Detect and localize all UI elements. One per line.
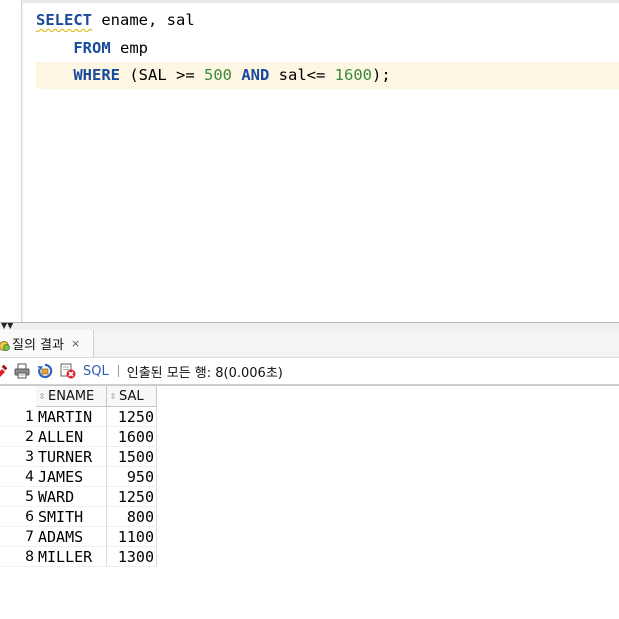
cell-sal[interactable]: 1500 xyxy=(107,447,157,467)
cell-ename[interactable]: MILLER xyxy=(36,547,107,567)
code-text: (SAL >= xyxy=(120,66,204,84)
close-icon[interactable]: × xyxy=(71,337,80,350)
refresh-icon[interactable] xyxy=(36,362,54,380)
cell-sal[interactable]: 800 xyxy=(107,507,157,527)
results-tab-strip: 질의 결과 × xyxy=(0,330,619,358)
sort-icon: ⇳ xyxy=(38,392,46,401)
table-row[interactable]: 6 SMITH 800 xyxy=(0,507,160,527)
cell-ename[interactable]: TURNER xyxy=(36,447,107,467)
code-line-3-current[interactable]: WHERE (SAL >= 500 AND sal<= 1600); xyxy=(36,62,619,89)
column-header-label: SAL xyxy=(119,389,144,404)
number-literal: 500 xyxy=(204,66,232,84)
sql-developer-window: SELECT ename, sal FROM emp WHERE (SAL >=… xyxy=(0,0,619,619)
table-row[interactable]: 8 MILLER 1300 xyxy=(0,547,160,567)
pin-icon[interactable] xyxy=(0,362,8,380)
code-line-2[interactable]: FROM emp xyxy=(36,35,148,61)
keyword-from: FROM xyxy=(73,39,111,57)
code-text: ); xyxy=(372,66,391,84)
row-number: 2 xyxy=(25,429,34,445)
cell-ename[interactable]: JAMES xyxy=(36,467,107,487)
code-text: sal<= xyxy=(269,66,335,84)
cell-ename[interactable]: MARTIN xyxy=(36,407,107,427)
table-row[interactable]: 4 JAMES 950 xyxy=(0,467,160,487)
row-number: 5 xyxy=(25,489,34,505)
query-result-tab-icon xyxy=(0,337,11,351)
row-number: 4 xyxy=(25,469,34,485)
keyword-where: WHERE xyxy=(73,66,120,84)
cell-sal[interactable]: 1250 xyxy=(107,487,157,507)
row-number: 7 xyxy=(25,529,34,545)
column-header-ename[interactable]: ⇳ ENAME xyxy=(36,386,107,407)
table-row[interactable]: 5 WARD 1250 xyxy=(0,487,160,507)
row-number: 3 xyxy=(25,449,34,465)
print-icon[interactable] xyxy=(13,362,31,380)
gutter-divider xyxy=(22,0,23,325)
toolbar-separator xyxy=(117,365,119,377)
row-divider xyxy=(36,566,157,567)
grid-header: ⇳ ENAME ⇳ SAL xyxy=(0,385,619,408)
cell-sal[interactable]: 1250 xyxy=(107,407,157,427)
cell-sal[interactable]: 1600 xyxy=(107,427,157,447)
cell-sal[interactable]: 1300 xyxy=(107,547,157,567)
column-header-sal[interactable]: ⇳ SAL xyxy=(107,386,157,407)
row-number: 1 xyxy=(25,409,34,425)
splitter-arrows-icon[interactable]: ▼▼ xyxy=(1,322,13,330)
cell-ename[interactable]: WARD xyxy=(36,487,107,507)
keyword-and: AND xyxy=(241,66,270,84)
keyword-select: SELECT xyxy=(36,11,92,29)
cell-ename[interactable]: SMITH xyxy=(36,507,107,527)
row-divider xyxy=(0,566,36,567)
code-text: ename, sal xyxy=(92,11,195,29)
fetch-status-text: 인출된 모든 행: 8(0.006초) xyxy=(126,365,283,381)
table-row[interactable]: 3 TURNER 1500 xyxy=(0,447,160,467)
sort-icon: ⇳ xyxy=(109,392,117,401)
cell-sal[interactable]: 950 xyxy=(107,467,157,487)
clear-results-icon[interactable] xyxy=(59,362,77,380)
table-row[interactable]: 1 MARTIN 1250 xyxy=(0,407,160,427)
column-header-label: ENAME xyxy=(48,389,95,404)
editor-top-border xyxy=(0,0,619,3)
cell-ename[interactable]: ADAMS xyxy=(36,527,107,547)
row-number: 6 xyxy=(25,509,34,525)
row-number: 8 xyxy=(25,549,34,565)
code-line-1[interactable]: SELECT ename, sal xyxy=(36,7,195,33)
cell-ename[interactable]: ALLEN xyxy=(36,427,107,447)
editor-gutter[interactable] xyxy=(0,0,22,325)
table-row[interactable]: 7 ADAMS 1100 xyxy=(0,527,160,547)
table-row[interactable]: 2 ALLEN 1600 xyxy=(0,427,160,447)
grid-rows: 1 MARTIN 1250 2 ALLEN 1600 3 TURNER 1500 xyxy=(0,407,160,567)
sql-worksheet-editor[interactable]: SELECT ename, sal FROM emp WHERE (SAL >=… xyxy=(0,0,619,325)
cell-sal[interactable]: 1100 xyxy=(107,527,157,547)
results-toolbar: SQL 인출된 모든 행: 8(0.006초) xyxy=(0,358,619,385)
tab-label: 질의 결과 xyxy=(12,338,64,353)
sql-link[interactable]: SQL xyxy=(83,364,109,379)
code-text: emp xyxy=(110,39,148,57)
number-literal: 1600 xyxy=(334,66,372,84)
tab-query-result[interactable]: 질의 결과 × xyxy=(0,330,94,357)
